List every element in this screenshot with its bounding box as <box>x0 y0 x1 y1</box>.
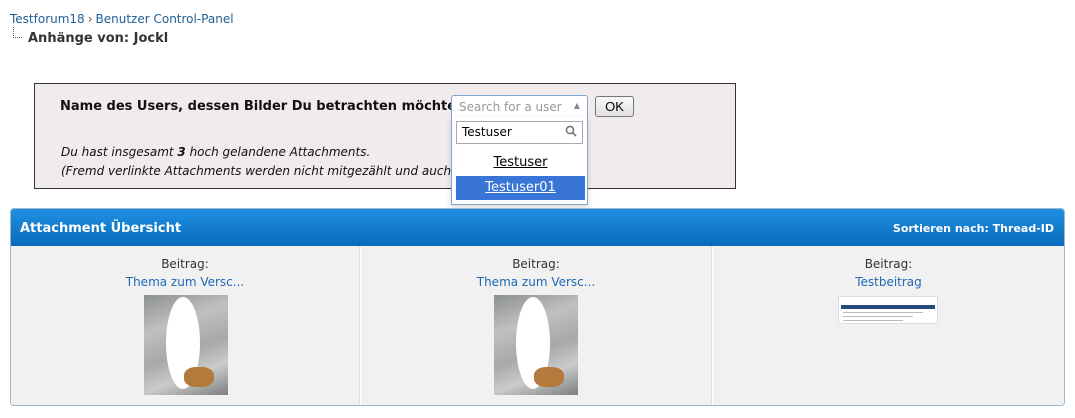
attachment-card: Beitrag: Thema zum Versc... <box>361 246 712 405</box>
user-search-input[interactable]: Testuser <box>456 121 583 144</box>
user-select-placeholder: Search for a user <box>459 100 562 114</box>
attachment-post-link[interactable]: Thema zum Versc... <box>361 275 711 289</box>
attachment-grid: Beitrag: Thema zum Versc... Beitrag: The… <box>11 246 1064 405</box>
page-title: Anhänge von: Jockl <box>28 31 169 46</box>
attachment-overview-header: Attachment Übersicht Sortieren nach: Thr… <box>11 209 1064 246</box>
sort-link[interactable]: Sortieren nach: Thread-ID <box>893 222 1054 235</box>
ok-button[interactable]: OK <box>595 96 634 117</box>
tree-connector <box>13 27 22 38</box>
user-select-menu: Testuser Testuser Testuser01 <box>451 117 588 205</box>
thumbnail-line <box>843 312 923 313</box>
attachment-count-text: Du hast insgesamt 3 hoch gelandene Attac… <box>61 145 370 159</box>
user-select-dropdown[interactable]: Search for a user ▲ <box>451 95 588 118</box>
attachment-post-label: Beitrag: <box>161 257 209 271</box>
info-prefix: Du hast insgesamt <box>61 145 178 159</box>
caret-up-icon[interactable]: ▲ <box>574 101 580 110</box>
thumbnail-line <box>843 316 913 317</box>
attachment-count: 3 <box>177 145 186 159</box>
user-option-highlighted[interactable]: Testuser01 <box>456 176 585 200</box>
attachment-post-link[interactable]: Thema zum Versc... <box>11 275 359 289</box>
attachment-post-label: Beitrag: <box>864 257 913 271</box>
attachment-post-label: Beitrag: <box>512 257 560 271</box>
attachment-card: Beitrag: Thema zum Versc... <box>11 246 360 405</box>
attachment-thumbnail[interactable] <box>494 295 578 395</box>
attachment-note-text: (Fremd verlinkte Attachments werden nich… <box>61 164 481 178</box>
attachment-post-link[interactable]: Testbeitrag <box>713 275 1064 289</box>
attachment-thumbnail[interactable] <box>838 296 938 324</box>
cat-shape <box>184 367 214 387</box>
user-search-value[interactable]: Testuser <box>462 125 512 139</box>
cat-shape <box>534 367 564 387</box>
user-select-question: Name des Users, dessen Bilder Du betrach… <box>60 99 476 114</box>
attachment-overview-title: Attachment Übersicht <box>20 221 182 236</box>
attachment-thumbnail[interactable] <box>144 295 228 395</box>
attachment-overview: Attachment Übersicht Sortieren nach: Thr… <box>10 208 1065 406</box>
thumbnail-header-bar <box>841 305 935 309</box>
breadcrumb-forum-link[interactable]: Testforum18 <box>10 12 85 26</box>
user-option[interactable]: Testuser <box>456 151 585 175</box>
thumbnail-line <box>843 320 903 321</box>
attachment-card: Beitrag: Testbeitrag <box>713 246 1064 405</box>
info-suffix: hoch gelandene Attachments. <box>185 145 371 159</box>
search-icon <box>565 125 577 137</box>
breadcrumb-separator: › <box>87 12 93 26</box>
breadcrumb-section-link[interactable]: Benutzer Control-Panel <box>96 12 234 26</box>
breadcrumb: Testforum18 › Benutzer Control-Panel <box>10 12 234 26</box>
